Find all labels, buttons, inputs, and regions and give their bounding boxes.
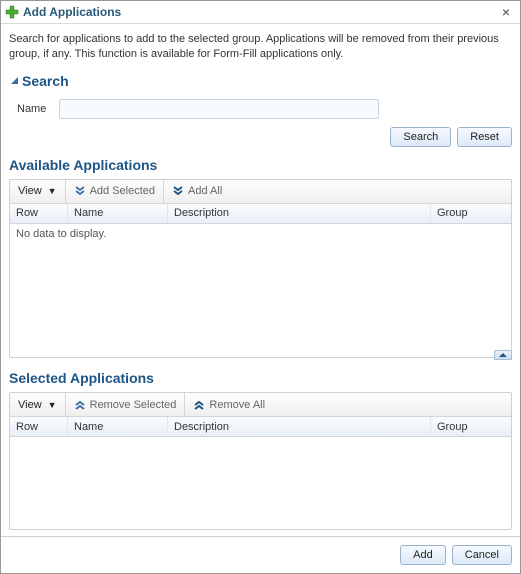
view-label: View [18, 185, 42, 197]
available-grid-body: No data to display. [10, 224, 511, 358]
available-column-headers: Row Name Description Group [10, 204, 511, 224]
available-header: Available Applications [9, 157, 157, 173]
add-selected-label: Add Selected [90, 185, 155, 197]
available-section-header: Available Applications [9, 157, 512, 173]
intro-text: Search for applications to add to the se… [9, 32, 512, 63]
col-name[interactable]: Name [68, 417, 168, 436]
add-applications-dialog: Add Applications × Search for applicatio… [0, 0, 521, 574]
name-input[interactable] [59, 99, 379, 119]
col-description[interactable]: Description [168, 417, 431, 436]
double-chevron-down-all-icon [172, 185, 184, 197]
available-panel: View ▼ Add Selected Add All [9, 179, 512, 359]
col-group[interactable]: Group [431, 204, 511, 223]
search-section-header: Search [9, 73, 512, 89]
collapse-toggle[interactable] [494, 350, 512, 360]
available-toolbar: View ▼ Add Selected Add All [10, 180, 511, 204]
close-icon[interactable]: × [498, 5, 514, 19]
available-view-menu[interactable]: View ▼ [10, 180, 65, 203]
col-row[interactable]: Row [10, 204, 68, 223]
chevron-down-icon: ▼ [48, 186, 57, 196]
disclosure-triangle-icon[interactable] [9, 75, 20, 86]
remove-selected-label: Remove Selected [90, 399, 177, 411]
reset-button[interactable]: Reset [457, 127, 512, 147]
empty-message: No data to display. [16, 228, 106, 240]
remove-selected-button[interactable]: Remove Selected [66, 393, 185, 416]
col-row[interactable]: Row [10, 417, 68, 436]
selected-toolbar: View ▼ Remove Selected Remove All [10, 393, 511, 417]
dialog-titlebar: Add Applications × [1, 1, 520, 24]
search-header: Search [22, 73, 69, 89]
col-description[interactable]: Description [168, 204, 431, 223]
selected-view-menu[interactable]: View ▼ [10, 393, 65, 416]
selected-column-headers: Row Name Description Group [10, 417, 511, 437]
double-chevron-up-all-icon [193, 399, 205, 411]
selected-header: Selected Applications [9, 370, 154, 386]
view-label: View [18, 399, 42, 411]
search-button[interactable]: Search [390, 127, 451, 147]
double-chevron-up-icon [74, 399, 86, 411]
search-name-row: Name [17, 99, 512, 119]
selected-panel: View ▼ Remove Selected Remove All [9, 392, 512, 530]
dialog-footer: Add Cancel [1, 536, 520, 573]
add-all-label: Add All [188, 185, 222, 197]
selected-section-header: Selected Applications [9, 370, 512, 386]
dialog-title: Add Applications [23, 5, 498, 19]
add-button[interactable]: Add [400, 545, 446, 565]
name-label: Name [17, 103, 59, 115]
add-selected-button[interactable]: Add Selected [66, 180, 163, 203]
col-name[interactable]: Name [68, 204, 168, 223]
selected-grid-body [10, 437, 511, 529]
dialog-content: Search for applications to add to the se… [1, 24, 520, 536]
remove-all-button[interactable]: Remove All [185, 393, 273, 416]
remove-all-label: Remove All [209, 399, 265, 411]
chevron-down-icon: ▼ [48, 400, 57, 410]
cancel-button[interactable]: Cancel [452, 545, 512, 565]
double-chevron-down-icon [74, 185, 86, 197]
col-group[interactable]: Group [431, 417, 511, 436]
add-all-button[interactable]: Add All [164, 180, 230, 203]
plus-icon [5, 5, 19, 19]
search-buttons: Search Reset [9, 127, 512, 147]
